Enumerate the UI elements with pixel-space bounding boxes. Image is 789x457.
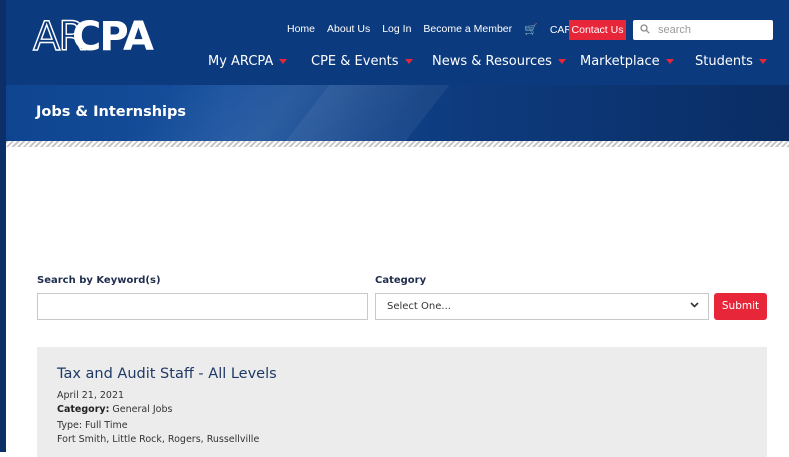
site-header: AR CPA Home About Us Log In Become a Mem… bbox=[6, 0, 789, 85]
nav-students[interactable]: Students bbox=[695, 52, 767, 72]
job-locations: Fort Smith, Little Rock, Rogers, Russell… bbox=[57, 434, 260, 445]
search-box[interactable]: search bbox=[633, 20, 773, 40]
contact-us-button[interactable]: Contact Us bbox=[569, 20, 626, 40]
category-label: Category bbox=[375, 275, 427, 286]
job-date: April 21, 2021 bbox=[57, 390, 125, 401]
nav-marketplace[interactable]: Marketplace bbox=[580, 52, 674, 72]
page-title: Jobs & Internships bbox=[36, 104, 186, 120]
chevron-down-icon bbox=[404, 59, 413, 64]
job-type: Type: Full Time bbox=[57, 420, 128, 431]
job-listing-card: Tax and Audit Staff - All Levels April 2… bbox=[37, 347, 767, 457]
nav-news-resources[interactable]: News & Resources bbox=[432, 52, 566, 72]
chevron-down-icon bbox=[665, 59, 674, 64]
banner-divider bbox=[6, 141, 789, 147]
nav-label: Students bbox=[695, 54, 753, 69]
cart-icon: 🛒 bbox=[524, 23, 538, 36]
home-link[interactable]: Home bbox=[287, 23, 315, 35]
nav-label: News & Resources bbox=[432, 54, 552, 69]
job-category: Category: General Jobs bbox=[57, 404, 172, 415]
nav-cpe-events[interactable]: CPE & Events bbox=[311, 52, 413, 72]
job-title-link[interactable]: Tax and Audit Staff - All Levels bbox=[57, 366, 277, 382]
submit-button[interactable]: Submit bbox=[714, 293, 767, 320]
page-banner: Jobs & Internships bbox=[6, 85, 789, 141]
nav-label: Marketplace bbox=[580, 54, 660, 69]
log-in-link[interactable]: Log In bbox=[382, 23, 411, 35]
chevron-down-icon bbox=[758, 59, 767, 64]
job-category-label: Category: bbox=[57, 404, 110, 415]
about-us-link[interactable]: About Us bbox=[327, 23, 370, 35]
keyword-input[interactable] bbox=[37, 293, 368, 320]
keyword-label: Search by Keyword(s) bbox=[37, 275, 161, 286]
job-category-value: General Jobs bbox=[112, 404, 173, 415]
nav-label: CPE & Events bbox=[311, 54, 399, 69]
category-selected-value: Select One... bbox=[387, 301, 451, 312]
search-input[interactable]: search bbox=[658, 24, 691, 36]
nav-label: My ARCPA bbox=[208, 54, 274, 69]
chevron-down-icon bbox=[557, 59, 566, 64]
search-icon bbox=[640, 23, 654, 37]
nav-my-arcpa[interactable]: My ARCPA bbox=[208, 52, 288, 72]
main-nav: My ARCPA CPE & Events News & Resources M… bbox=[6, 52, 789, 72]
category-select[interactable]: Select One... bbox=[375, 293, 709, 320]
become-member-link[interactable]: Become a Member bbox=[423, 23, 512, 35]
chevron-down-icon bbox=[690, 294, 699, 319]
page-left-border bbox=[0, 0, 6, 452]
chevron-down-icon bbox=[279, 59, 288, 64]
